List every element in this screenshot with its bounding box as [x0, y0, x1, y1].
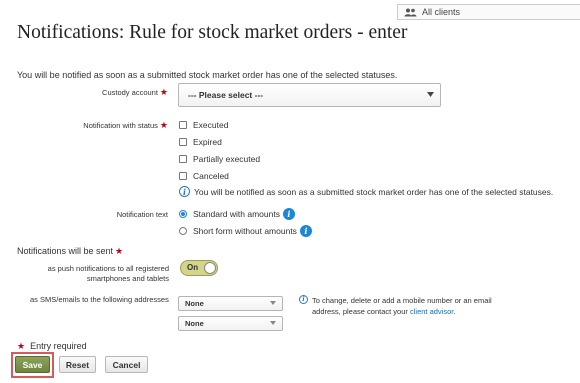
- radio-label: Standard with amounts: [193, 209, 280, 219]
- notifications-sent-title: Notifications will be sent ★: [17, 246, 123, 257]
- checkbox[interactable]: [179, 121, 187, 129]
- client-advisor-link[interactable]: client advisor: [410, 307, 453, 316]
- toggle-knob: [204, 262, 216, 274]
- client-filter-label: All clients: [422, 7, 461, 17]
- status-hint-text: You will be notified as soon as a submit…: [194, 186, 554, 197]
- contact-info-text: To change, delete or add a mobile number…: [312, 296, 492, 316]
- toggle-state-label: On: [187, 263, 199, 272]
- radio-short-form-without-amounts[interactable]: Short form without amounts i: [179, 225, 312, 237]
- custody-account-value: --- Please select ---: [188, 90, 264, 100]
- custody-account-label-text: Custody account: [102, 88, 158, 97]
- client-filter[interactable]: All clients: [397, 4, 580, 20]
- info-icon: i: [299, 295, 308, 304]
- push-label-line-2: smartphones and tablets: [86, 273, 169, 283]
- sms-address-select-2[interactable]: None: [178, 316, 283, 331]
- notification-status-label: Notification with status ★: [83, 120, 168, 131]
- status-option-label: Executed: [193, 120, 229, 130]
- required-star: ★: [115, 246, 124, 256]
- sms-select-value: None: [185, 299, 204, 308]
- intro-text: You will be notified as soon as a submit…: [17, 70, 398, 80]
- required-star: ★: [17, 341, 26, 351]
- info-icon[interactable]: i: [299, 225, 312, 237]
- status-option-expired[interactable]: Expired: [179, 137, 222, 147]
- status-option-label: Expired: [193, 137, 222, 147]
- save-button[interactable]: Save: [15, 356, 50, 373]
- custody-account-label: Custody account ★: [102, 87, 168, 98]
- status-hint: i You will be notified as soon as a submi…: [179, 186, 553, 197]
- radio-label: Short form without amounts: [193, 226, 297, 236]
- entry-required-note: ★ Entry required: [17, 341, 87, 352]
- push-label-line-1: as push notifications to all registered: [47, 264, 169, 273]
- notification-text-label: Notification text: [116, 210, 168, 219]
- info-icon: i: [179, 186, 190, 197]
- status-option-label: Partially executed: [193, 154, 261, 164]
- status-option-canceled[interactable]: Canceled: [179, 171, 229, 181]
- dropdown-arrow-icon: [270, 321, 276, 325]
- dropdown-arrow-icon: [427, 92, 434, 97]
- required-star: ★: [159, 87, 168, 97]
- page-title: Notifications: Rule for stock market ord…: [17, 22, 408, 43]
- push-notifications-label: as push notifications to all registered …: [48, 264, 169, 283]
- checkbox[interactable]: [179, 172, 187, 180]
- radio-button[interactable]: [179, 210, 187, 218]
- radio-standard-with-amounts[interactable]: Standard with amounts i: [179, 208, 295, 220]
- push-notifications-toggle[interactable]: On: [180, 260, 218, 276]
- contact-info-end: .: [453, 307, 456, 316]
- sms-address-select-1[interactable]: None: [178, 296, 283, 311]
- cancel-button[interactable]: Cancel: [105, 356, 148, 373]
- custody-account-select[interactable]: --- Please select ---: [178, 83, 441, 107]
- reset-button[interactable]: Reset: [59, 356, 96, 373]
- people-icon: [404, 8, 417, 16]
- checkbox[interactable]: [179, 138, 187, 146]
- status-option-executed[interactable]: Executed: [179, 120, 228, 130]
- required-star: ★: [159, 120, 168, 130]
- sms-email-label: as SMS/emails to the following addresses: [30, 295, 169, 304]
- checkbox[interactable]: [179, 155, 187, 163]
- dropdown-arrow-icon: [270, 301, 276, 305]
- radio-button[interactable]: [179, 227, 187, 235]
- info-icon[interactable]: i: [282, 208, 295, 220]
- status-option-partially-executed[interactable]: Partially executed: [179, 154, 260, 164]
- notification-status-label-text: Notification with status: [83, 121, 158, 130]
- sms-select-value: None: [185, 319, 204, 328]
- notifications-sent-title-text: Notifications will be sent: [17, 246, 114, 256]
- entry-required-text: Entry required: [30, 341, 87, 351]
- status-option-label: Canceled: [193, 171, 229, 181]
- contact-info-note: i To change, delete or add a mobile numb…: [299, 295, 504, 317]
